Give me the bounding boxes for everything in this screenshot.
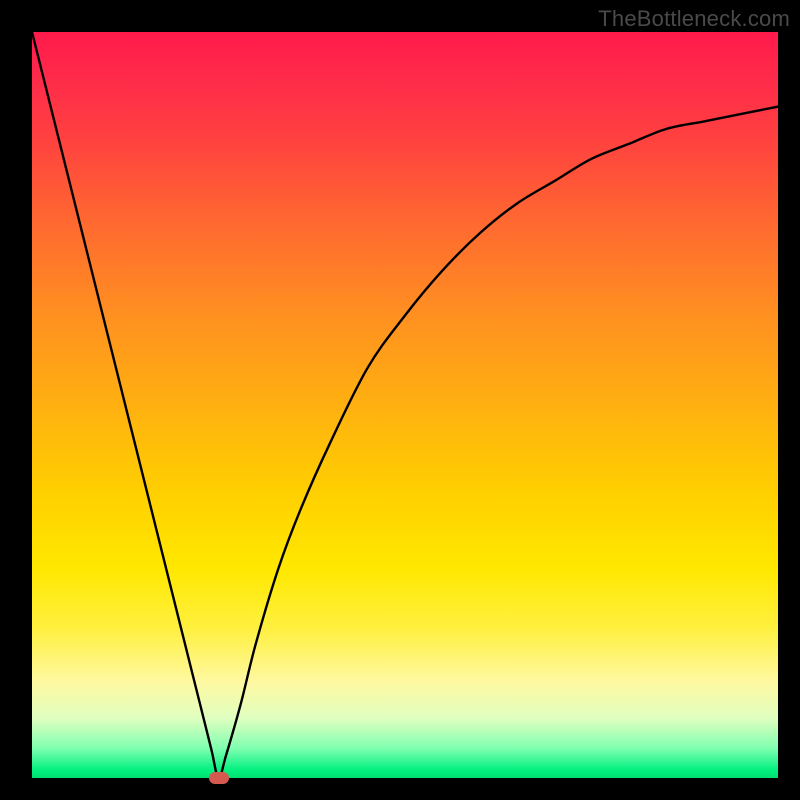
bottleneck-curve [32, 32, 778, 778]
minimum-marker [209, 772, 229, 784]
plot-area [32, 32, 778, 778]
watermark-text: TheBottleneck.com [598, 6, 790, 32]
chart-frame: TheBottleneck.com [0, 0, 800, 800]
